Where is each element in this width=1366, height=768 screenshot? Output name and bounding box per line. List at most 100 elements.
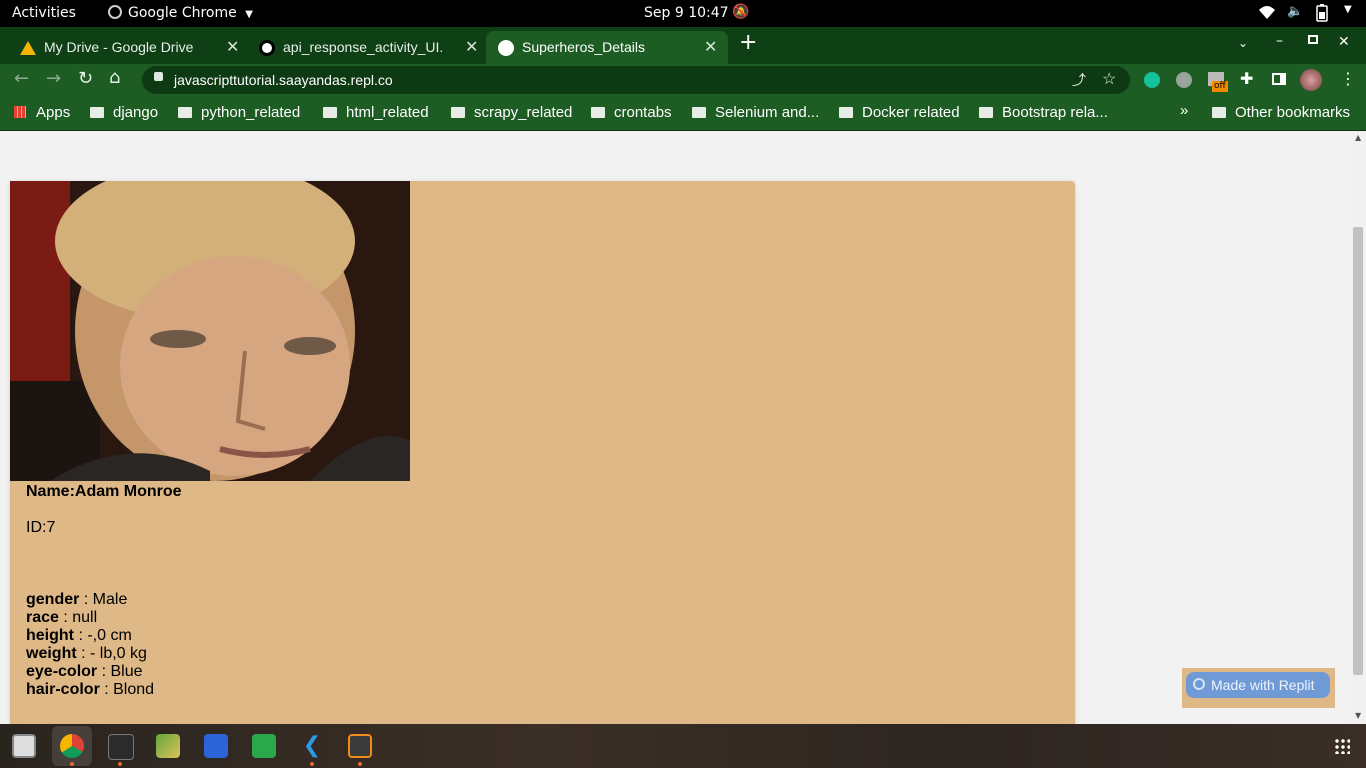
new-tab-plus-icon[interactable]: + xyxy=(739,30,757,55)
attr-eye-color: eye-color : Blue xyxy=(26,663,143,681)
close-tab-icon[interactable]: ✕ xyxy=(465,37,478,57)
attr-key: race xyxy=(26,609,59,626)
vscode-app-icon[interactable]: ❮ xyxy=(300,734,324,758)
replit-icon xyxy=(1193,678,1205,690)
folder-icon xyxy=(90,107,104,118)
clock[interactable]: Sep 9 10:47 xyxy=(644,5,729,21)
name-label: Name: xyxy=(26,483,75,500)
attr-race: race : null xyxy=(26,609,97,627)
bookmark-folder-html-related[interactable]: html_related xyxy=(323,104,429,121)
sublime-text-app-icon[interactable] xyxy=(348,734,372,758)
bookmark-label: scrapy_related xyxy=(474,104,573,121)
made-with-replit-button[interactable]: Made with Replit xyxy=(1186,672,1330,698)
restore-icon[interactable] xyxy=(1308,35,1318,44)
folder-icon xyxy=(979,107,993,118)
address-bar[interactable]: javascripttutorial.saayandas.repl.co ⤴ ☆ xyxy=(142,66,1130,94)
bookmark-folder-python-related[interactable]: python_related xyxy=(178,104,300,121)
attr-key: weight xyxy=(26,645,77,662)
avatar[interactable] xyxy=(1300,69,1322,91)
app-name-label: Google Chrome xyxy=(128,5,237,21)
bookmark-apps[interactable]: Apps xyxy=(14,104,70,121)
tab-api-response[interactable]: api_response_activity_UI. ✕ xyxy=(247,31,485,64)
page-scrollbar[interactable]: ▲ ▼ xyxy=(1352,131,1366,724)
bookmark-folder-bootstrap[interactable]: Bootstrap rela... xyxy=(979,104,1108,121)
tab-search-chevron-icon[interactable]: ⌄ xyxy=(1238,36,1248,50)
more-menu-icon[interactable]: ⋮ xyxy=(1340,69,1356,88)
tab-google-drive[interactable]: My Drive - Google Drive ✕ xyxy=(8,31,246,64)
terminal-app-icon[interactable] xyxy=(108,734,134,760)
bookmark-label: crontabs xyxy=(614,104,672,121)
show-applications-grid-icon[interactable] xyxy=(1334,738,1350,754)
grammarly-icon[interactable] xyxy=(1144,72,1160,88)
folder-icon xyxy=(323,107,337,118)
scroll-down-icon[interactable]: ▼ xyxy=(1355,711,1361,720)
chrome-app-icon xyxy=(108,5,122,19)
globe-icon xyxy=(498,40,514,56)
folder-icon xyxy=(451,107,465,118)
bookmark-folder-scrapy-related[interactable]: scrapy_related xyxy=(451,104,572,121)
attr-value: : Blue xyxy=(97,663,143,680)
system-menu-chevron-icon[interactable]: ▼ xyxy=(1344,4,1352,15)
bookmark-label: Selenium and... xyxy=(715,104,820,121)
extension-off-icon[interactable]: off xyxy=(1208,72,1228,92)
forward-arrow-icon[interactable]: → xyxy=(46,68,61,89)
apps-grid-icon xyxy=(14,106,26,118)
running-indicator xyxy=(310,762,314,766)
side-panel-icon[interactable] xyxy=(1272,73,1286,85)
close-tab-icon[interactable]: ✕ xyxy=(704,37,717,57)
writer-app-icon[interactable] xyxy=(204,734,228,758)
folder-icon xyxy=(1212,107,1226,118)
tab-label: Superheros_Details xyxy=(522,39,645,55)
attr-weight: weight : - lb,0 kg xyxy=(26,645,147,663)
extension-icon[interactable] xyxy=(1176,72,1192,88)
puzzle-piece-icon[interactable]: ✚ xyxy=(1240,69,1253,88)
attr-key: height xyxy=(26,627,74,644)
back-arrow-icon[interactable]: ← xyxy=(14,68,29,89)
activities-button[interactable]: Activities xyxy=(12,5,76,21)
battery-icon xyxy=(1316,4,1328,26)
spreadsheet-app-icon[interactable] xyxy=(252,734,276,758)
scrollbar-thumb[interactable] xyxy=(1353,227,1363,675)
superhero-card: Name:Adam Monroe ID:7 gender : Male race… xyxy=(10,181,1075,724)
chrome-app-icon[interactable] xyxy=(60,734,84,758)
bookmark-label: django xyxy=(113,104,159,121)
image-viewer-app-icon[interactable] xyxy=(156,734,180,758)
files-app-icon[interactable] xyxy=(12,734,36,758)
folder-icon xyxy=(178,107,192,118)
bookmark-folder-django[interactable]: django xyxy=(90,104,158,121)
bookmark-folder-docker[interactable]: Docker related xyxy=(839,104,960,121)
attr-value: : - lb,0 kg xyxy=(76,645,147,662)
attr-value: : null xyxy=(58,609,98,626)
tab-superheros-details[interactable]: Superheros_Details ✕ xyxy=(486,31,728,64)
wifi-icon xyxy=(1258,4,1276,24)
minimize-icon[interactable]: – xyxy=(1276,33,1283,49)
hero-name: Name:Adam Monroe xyxy=(26,483,182,501)
bookmark-other-bookmarks[interactable]: Other bookmarks xyxy=(1212,104,1350,121)
tab-label: api_response_activity_UI. xyxy=(283,39,444,55)
home-icon[interactable]: ⌂ xyxy=(109,67,120,88)
system-top-bar: Activities Google Chrome ▼ Sep 9 10:47 🔕… xyxy=(0,0,1366,27)
bookmark-label: Docker related xyxy=(862,104,960,121)
bookmark-star-icon[interactable]: ☆ xyxy=(1102,69,1116,89)
bookmarks-overflow-chevron[interactable]: » xyxy=(1180,102,1188,119)
chevron-down-icon: ▼ xyxy=(245,9,253,20)
close-window-icon[interactable]: ✕ xyxy=(1338,34,1350,50)
running-indicator xyxy=(70,762,74,766)
attr-value: : -,0 cm xyxy=(74,627,132,644)
attr-key: gender xyxy=(26,591,80,608)
bookmark-folder-selenium[interactable]: Selenium and... xyxy=(692,104,819,121)
folder-icon xyxy=(591,107,605,118)
share-icon[interactable]: ⤴ xyxy=(1072,70,1086,90)
github-icon xyxy=(259,40,275,56)
scroll-up-icon[interactable]: ▲ xyxy=(1355,133,1361,142)
app-menu[interactable]: Google Chrome ▼ xyxy=(108,5,253,21)
id-label: ID: xyxy=(26,519,47,536)
bookmark-folder-crontabs[interactable]: crontabs xyxy=(591,104,672,121)
reload-icon[interactable]: ↻ xyxy=(78,68,93,89)
extension-badge: off xyxy=(1212,81,1228,92)
folder-icon xyxy=(839,107,853,118)
superhero-photo xyxy=(10,181,410,481)
lock-icon xyxy=(154,72,163,81)
close-tab-icon[interactable]: ✕ xyxy=(226,37,239,57)
bookmark-label: python_related xyxy=(201,104,301,121)
